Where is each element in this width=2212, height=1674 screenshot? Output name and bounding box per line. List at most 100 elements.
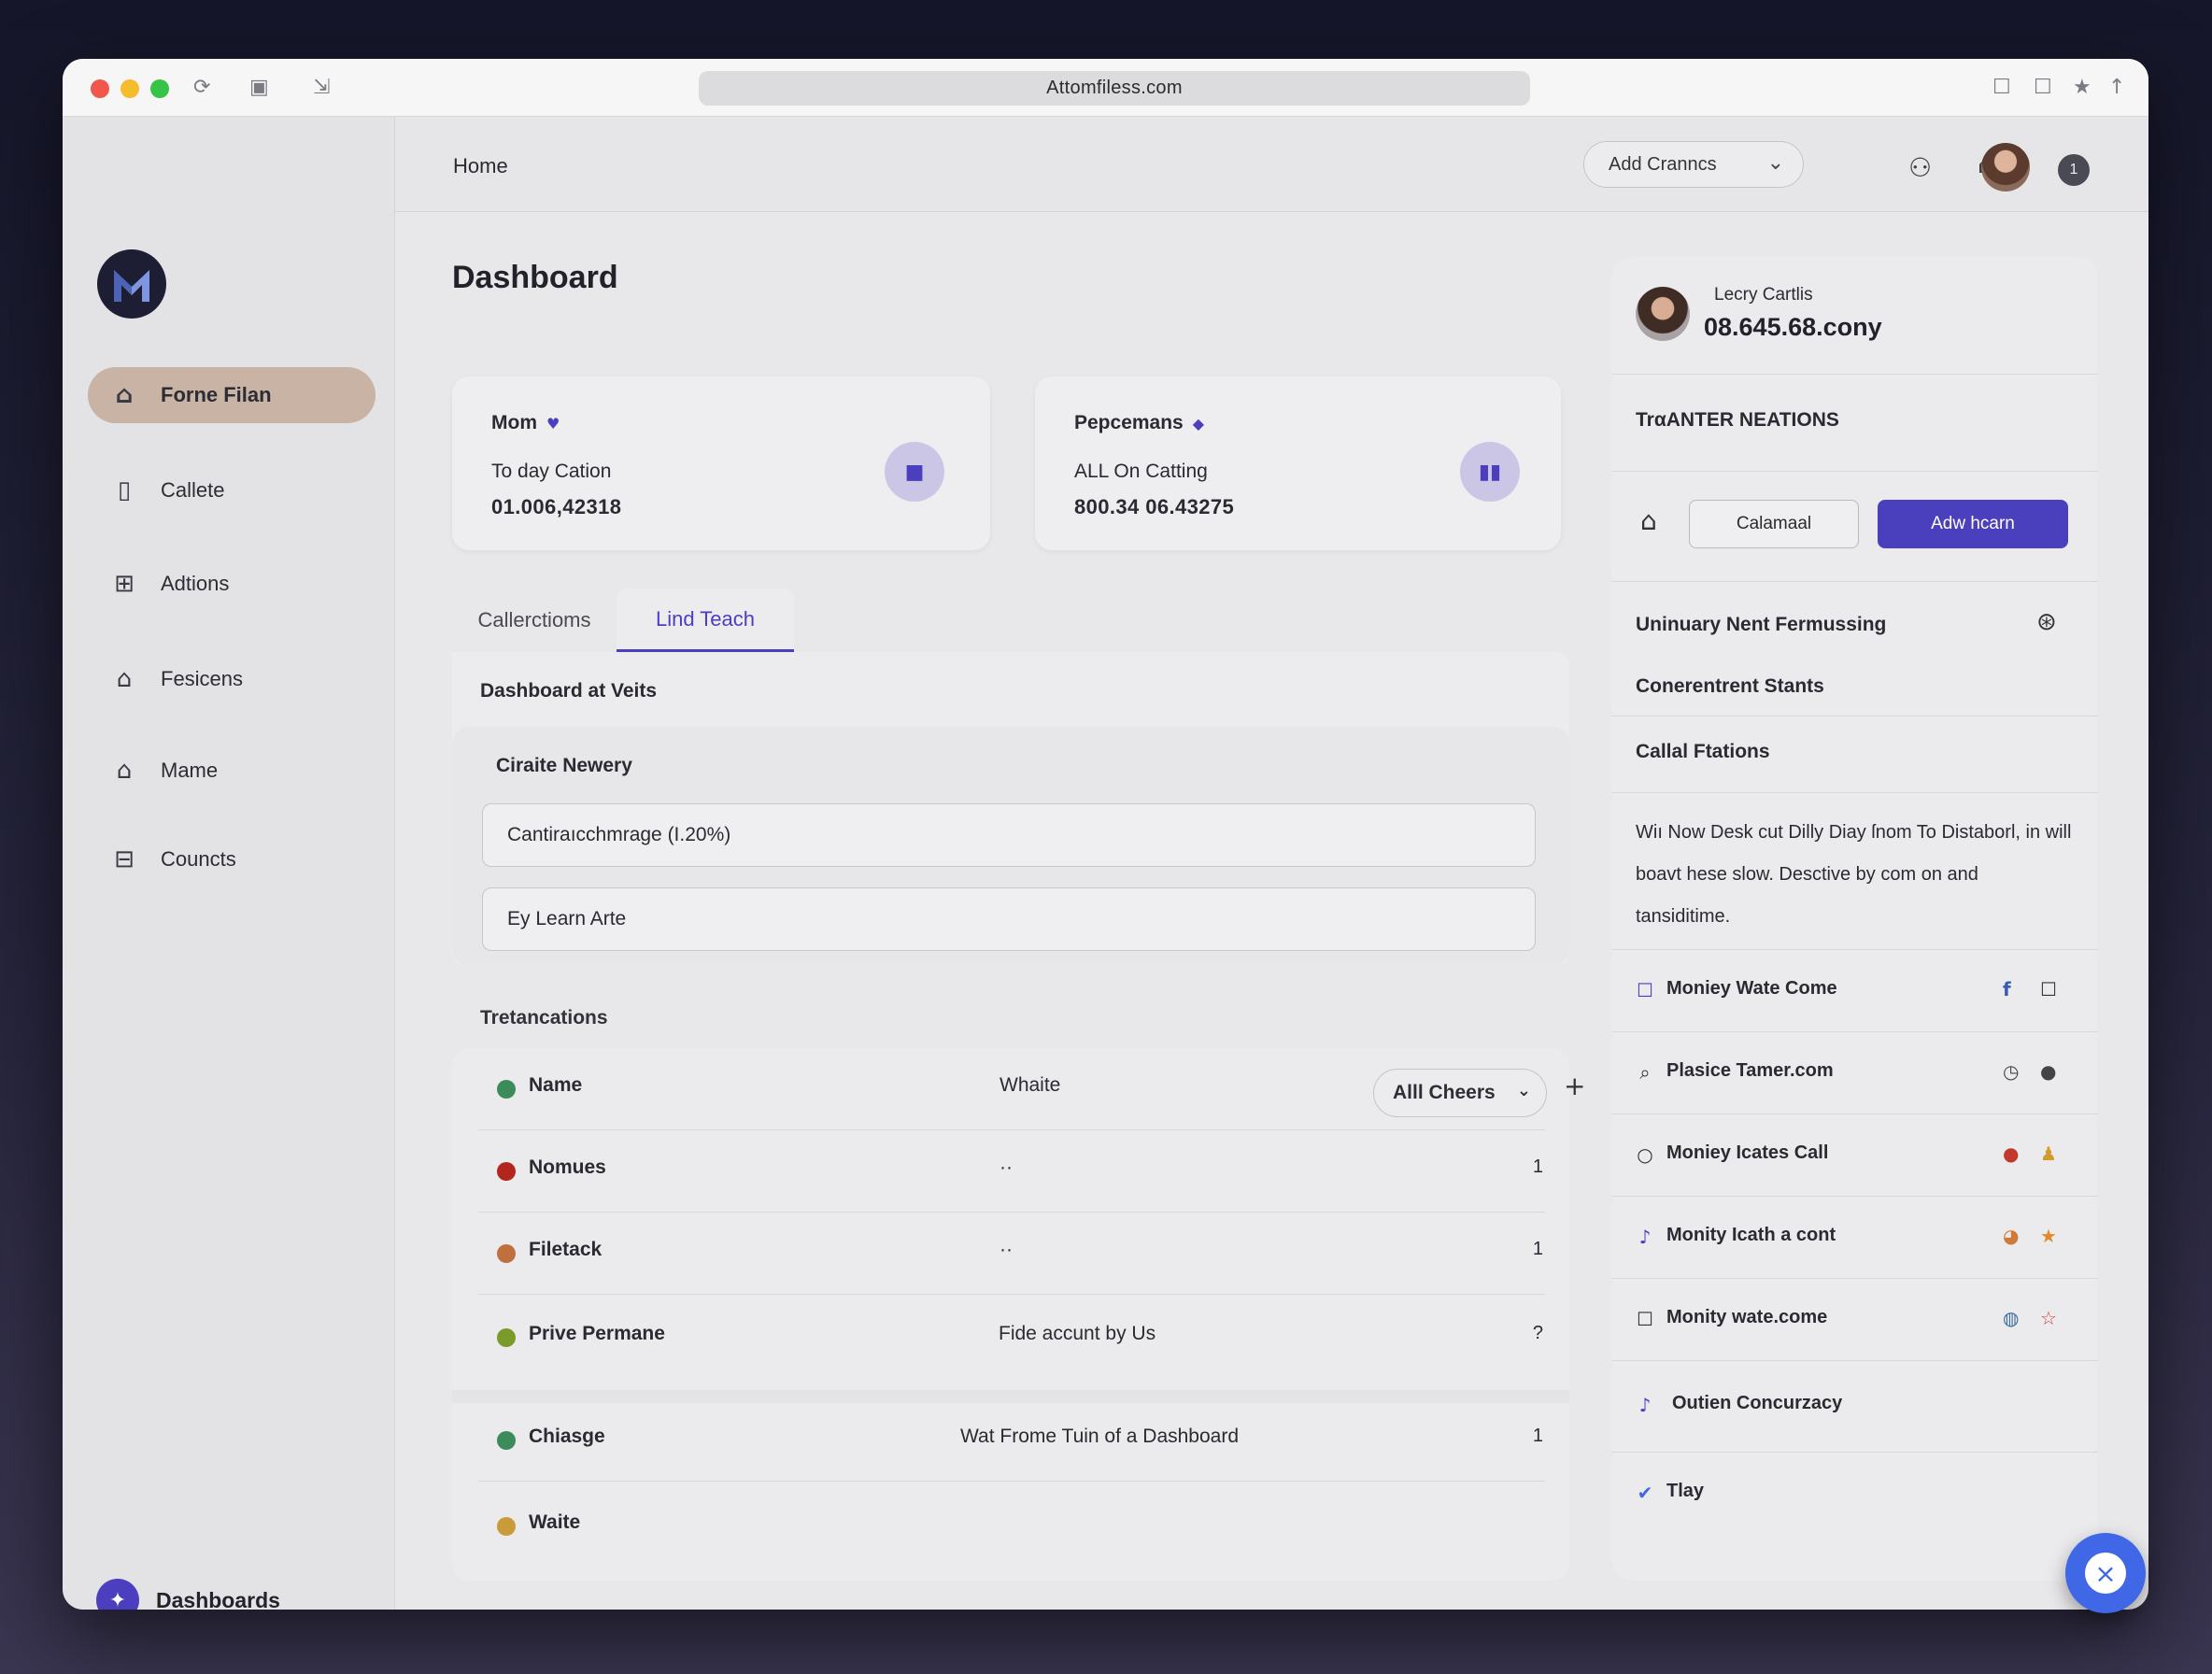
check-circle-icon[interactable]: ✔ <box>1635 1482 1655 1503</box>
top-header: Home Add Cranncs ⌄ ⚇ ⌂ 1 <box>395 117 2148 212</box>
window-icon[interactable]: ☐ <box>1992 76 2011 100</box>
user-icon[interactable]: ● <box>2040 1060 2056 1083</box>
status-dot-icon <box>497 1162 516 1181</box>
user-icon[interactable]: ⚇ <box>1908 152 1932 183</box>
callal-block: Callal Ftations <box>1612 716 2098 793</box>
facebook-icon[interactable]: f <box>2003 978 2011 1000</box>
tab-callerctioms[interactable]: Callerctioms <box>452 589 617 652</box>
add-row-icon[interactable]: + <box>1564 1071 1585 1101</box>
row-value: ·· <box>1000 1239 1013 1260</box>
minimize-window-button[interactable] <box>121 79 139 98</box>
star-outline-icon[interactable]: ☆ <box>2040 1307 2057 1329</box>
breadcrumb[interactable]: Home <box>453 154 508 178</box>
bar-chart-icon[interactable]: ▮▮ <box>1460 442 1520 502</box>
status-dot-icon <box>497 1431 516 1450</box>
list-item-label: Moniey Wate Come <box>1666 978 1837 999</box>
sidebar-item-adtions[interactable]: ⊞ Adtions <box>88 556 376 612</box>
clock-icon[interactable]: ◷ <box>2003 1060 2019 1083</box>
music-icon: ♪ <box>1638 1226 1652 1248</box>
reader-icon[interactable]: ▣ <box>249 76 269 100</box>
card-value: 01.006,42318 <box>491 495 622 518</box>
sidebar-item-label: Fesicens <box>161 667 244 690</box>
globe-icon[interactable]: ⊛ <box>2036 608 2057 636</box>
sidebar-item-councts[interactable]: ⊟ Councts <box>88 831 376 887</box>
checkbox-icon[interactable]: ☐ <box>1635 1309 1655 1329</box>
table-row[interactable]: Prive Permane Fide accunt by Us ? <box>478 1297 1545 1379</box>
house-fill-icon: ⌂ <box>116 665 133 693</box>
chair-icon: ⊟ <box>114 845 135 873</box>
tab-icon[interactable]: ⇲ <box>313 76 330 100</box>
app-logo[interactable] <box>97 249 166 319</box>
panel-title: Dashboard at Veits <box>480 680 658 702</box>
sidebar-toggle-icon[interactable]: ☐ <box>2034 76 2052 100</box>
stat-card-mom[interactable]: Mom ♥ To day Cation 01.006,42318 ■ <box>452 376 990 550</box>
table-row[interactable]: Waite <box>478 1485 1545 1568</box>
action-bar: ⌂ Calamaal Adw hcarn <box>1612 472 2098 582</box>
pin-icon[interactable]: ● <box>2003 1142 2019 1165</box>
list-item-label: Outien Concurzacy <box>1672 1393 1843 1413</box>
details-panel: Dashboard at Veits Ciraite Newery Cantir… <box>452 652 1569 966</box>
sidebar-item-label: Callete <box>161 478 225 502</box>
user-avatar[interactable] <box>1981 143 2030 192</box>
globe-icon[interactable]: ◍ <box>2003 1307 2019 1329</box>
card-subtitle: To day Cation <box>491 461 612 482</box>
sidebar-item-fesicens[interactable]: ⌂ Fesicens <box>88 651 376 707</box>
filter-dropdown[interactable]: Alll Cheers ⌄ <box>1373 1069 1547 1117</box>
sidebar-item-forne-filan[interactable]: ⌂ Forne Filan <box>88 367 376 423</box>
list-item[interactable]: ♪ Outien Concurzacy <box>1612 1361 2098 1453</box>
row-value: ·· <box>1000 1156 1013 1178</box>
sidebar-item-mame[interactable]: ⌂ Mame <box>88 743 376 799</box>
calamaal-button[interactable]: Calamaal <box>1689 500 1859 548</box>
primary-action-button[interactable]: Adw hcarn <box>1878 500 2068 548</box>
close-window-button[interactable] <box>91 79 109 98</box>
sidebar-item-callete[interactable]: ▯ Callete <box>88 462 376 518</box>
profile-avatar[interactable] <box>1636 287 1690 341</box>
profile-value: 08.645.68.cony <box>1704 313 1882 341</box>
section-heading-block: TrαANTER NEATIONS <box>1612 375 2098 472</box>
stat-card-pepcemans[interactable]: Pepcemans ◆ ALL On Catting 800.34 06.4327… <box>1035 376 1561 550</box>
home-icon[interactable]: ⌂ <box>1640 505 1657 536</box>
list-item[interactable]: ☐ Moniey Wate Come f ☐ <box>1612 950 2098 1032</box>
tab-lind-teach[interactable]: Lind Teach <box>617 589 794 652</box>
list-item[interactable]: ○ Moniey Icates Call ● ♟ <box>1612 1114 2098 1197</box>
star-icon[interactable]: ★ <box>2040 1225 2057 1247</box>
bookmark-star-icon[interactable]: ★ <box>2073 76 2091 100</box>
status-line-1: Uninuary Nent Fermussing <box>1636 614 1887 635</box>
checkbox-icon[interactable]: ☐ <box>1635 980 1655 1000</box>
list-item-label: Moniey Icates Call <box>1666 1142 1829 1163</box>
sidebar-item-label: Forne Filan <box>161 383 272 406</box>
sidebar-dashboards-link[interactable]: ✦ Dashboards <box>96 1579 280 1610</box>
reload-icon[interactable]: ⟳ <box>193 76 210 100</box>
list-item-label: Monity wate.come <box>1666 1307 1828 1327</box>
camera-icon[interactable]: ■ <box>885 442 944 502</box>
card-heading-text: Mom <box>491 412 537 433</box>
square-icon[interactable]: ☐ <box>2040 978 2057 1000</box>
music-icon: ♪ <box>1638 1394 1652 1416</box>
address-bar[interactable]: Attomfiless.com <box>699 71 1530 106</box>
table-row[interactable]: Nomues ·· 1 <box>478 1130 1545 1213</box>
table-row[interactable]: Filetack ·· 1 <box>478 1213 1545 1295</box>
sparkle-icon: ✦ <box>96 1579 139 1610</box>
notification-badge[interactable]: 1 <box>2058 154 2090 186</box>
add-dropdown-button[interactable]: Add Cranncs ⌄ <box>1583 141 1804 188</box>
grid-icon: ⊞ <box>114 570 135 598</box>
page-title: Dashboard <box>452 260 618 295</box>
share-icon[interactable]: ↑ <box>2108 76 2125 100</box>
close-fab-button[interactable]: × <box>2065 1533 2146 1613</box>
progress-field[interactable]: Cantiraıcchmrage (I.20%) <box>482 803 1536 867</box>
column-header-whaite[interactable]: Whaite <box>1000 1074 1060 1097</box>
circle-icon: ○ <box>1637 1143 1653 1166</box>
description-text: Wiı Now Desk cut Dilly Diay ſnom To Dist… <box>1636 822 2072 927</box>
column-header-name[interactable]: Name <box>529 1074 582 1097</box>
list-item-label: Plasice Tamer.com <box>1666 1060 1834 1081</box>
table-row[interactable]: Chiasge Wat Frome Tuin of a Dashboard 1 <box>478 1399 1545 1482</box>
maximize-window-button[interactable] <box>150 79 169 98</box>
learn-field[interactable]: Ey Learn Arte <box>482 887 1536 951</box>
list-item[interactable]: ⌕ Plasice Tamer.com ◷ ● <box>1612 1032 2098 1114</box>
list-item[interactable]: ☐ Monity wate.come ◍ ☆ <box>1612 1279 2098 1361</box>
row-count: ? <box>1532 1323 1543 1343</box>
person-icon[interactable]: ♟ <box>2040 1142 2057 1165</box>
palette-icon[interactable]: ◕ <box>2003 1225 2019 1247</box>
list-item[interactable]: ♪ Monity Icath a cont ◕ ★ <box>1612 1197 2098 1279</box>
list-item[interactable]: ✔ Tlay <box>1612 1453 2098 1535</box>
